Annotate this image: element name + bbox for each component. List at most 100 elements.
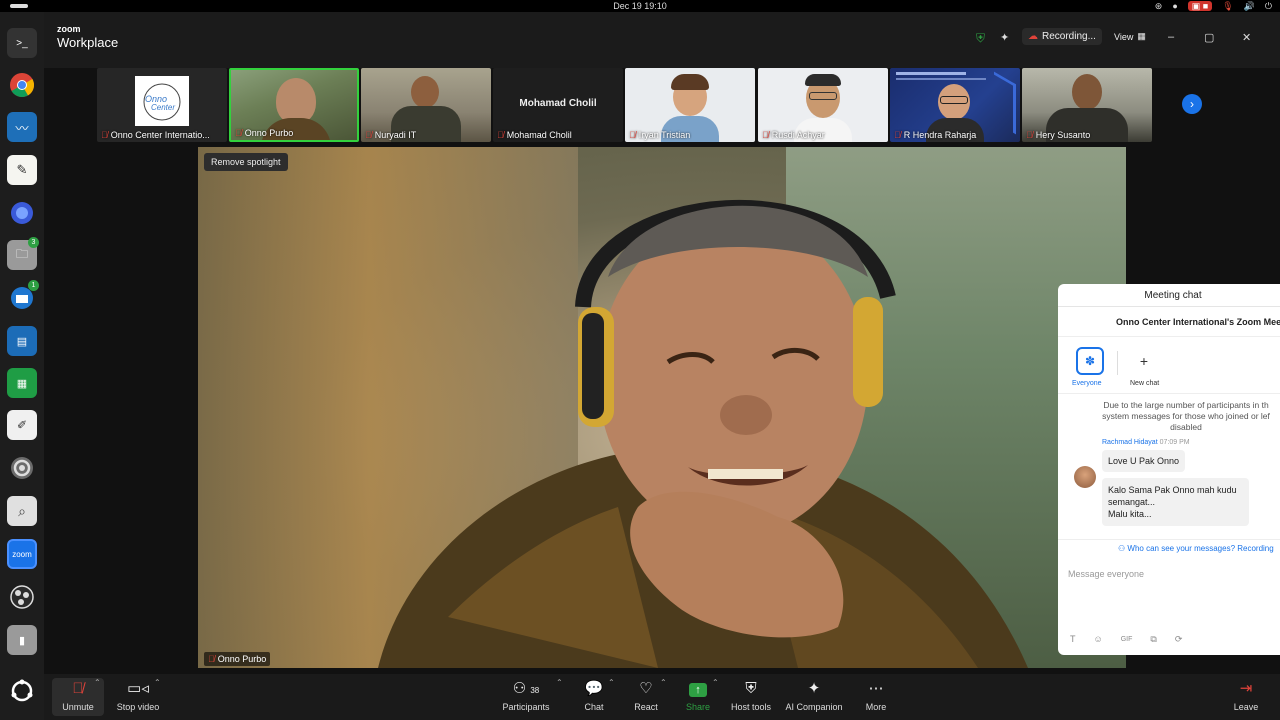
who-can-see-text: Who can see your messages? Recording (1127, 544, 1274, 553)
react-chevron-icon[interactable]: ⌃ (660, 678, 667, 687)
chat-bubble-icon: 💬 (584, 680, 604, 697)
participants-label: Participants (502, 702, 550, 712)
sender-name[interactable]: Rachmad Hidayat (1102, 439, 1158, 446)
meeting-chat-panel: Meeting chat Onno Center International's… (1058, 284, 1280, 655)
leave-button[interactable]: ⇥ Leave (1230, 680, 1262, 712)
avatar[interactable] (1074, 466, 1096, 488)
notes-icon[interactable]: ✐ (7, 410, 37, 440)
writer-icon[interactable]: ▤ (7, 326, 37, 356)
chat-label: Chat (584, 702, 604, 712)
share-label: Share (685, 702, 711, 712)
screenshot-icon[interactable]: ⧉ (1150, 634, 1156, 645)
next-page-chevron-icon[interactable]: › (1182, 94, 1202, 114)
chat-recipient-tabs: ✽ Everyone + New chat (1058, 337, 1280, 394)
text-editor-icon[interactable]: ✎ (7, 155, 37, 185)
everyone-chat-tab[interactable]: ✽ (1076, 347, 1104, 375)
participant-tile-r-hendra-raharja[interactable]: 🎙̸ R Hendra Raharja (890, 68, 1020, 142)
settings-icon[interactable] (7, 453, 37, 483)
participant-tile-hery-susanto[interactable]: 🎙̸ Hery Susanto (1022, 68, 1152, 142)
participant-name: Onno Purbo (244, 128, 294, 138)
video-options-chevron-icon[interactable]: ⌃ (154, 678, 161, 687)
recording-button[interactable]: ☁ Recording... (1022, 28, 1102, 45)
participant-name: Rusdi Achyar (771, 130, 825, 140)
volume-icon[interactable]: 🔊 (1244, 1, 1255, 11)
close-icon[interactable]: ✕ (1242, 31, 1251, 44)
share-chevron-icon[interactable]: ⌃ (712, 678, 719, 687)
audio-options-chevron-icon[interactable]: ⌃ (94, 678, 101, 687)
react-label: React (634, 702, 658, 712)
monitor-icon[interactable]: 〰 (7, 112, 37, 142)
zoom-icon[interactable]: zoom (7, 539, 37, 569)
host-tools-button[interactable]: ⛨ Host tools (728, 680, 774, 712)
slide-decoration (994, 71, 1016, 135)
system-message-line: system messages for those who joined or … (1102, 411, 1270, 421)
firefox-icon[interactable] (7, 198, 37, 228)
obs-icon[interactable] (7, 582, 37, 612)
ai-companion-button[interactable]: ✦ AI Companion (784, 680, 844, 712)
people-icon: ⚇ (1118, 544, 1126, 553)
new-chat-label: New chat (1130, 380, 1160, 387)
share-button[interactable]: ↑ Share (682, 680, 714, 712)
usb-drive-icon[interactable]: ▮ (7, 625, 37, 655)
text-format-icon[interactable]: T (1070, 634, 1076, 645)
chat-message-line: Malu kita... (1108, 509, 1152, 519)
participants-count: 38 (530, 686, 540, 695)
who-can-see-link[interactable]: ⚇ Who can see your messages? Recording (1118, 544, 1274, 553)
stop-video-label: Stop video (116, 702, 160, 712)
search-icon[interactable]: ⌕ (7, 496, 37, 526)
participant-tile-iryan-tristian[interactable]: 🎙̸ Iryan Tristian (625, 68, 755, 142)
recording-cloud-icon: ☁ (1028, 31, 1038, 42)
zoom-brand-small: zoom (57, 24, 81, 34)
zoom-window: zoom Workplace ⛨ ✦ ☁ Recording... View ▦ –… (44, 12, 1280, 720)
unmute-control[interactable]: 🎙̸ Unmute (58, 680, 98, 712)
new-chat-button[interactable]: + (1130, 347, 1158, 375)
recording-label: Recording... (1042, 31, 1096, 42)
view-label: View (1114, 31, 1134, 42)
more-chat-options-icon[interactable]: ⟳ (1175, 634, 1183, 645)
more-button[interactable]: ⋯ More (860, 680, 892, 712)
avatar-hair (805, 74, 841, 86)
participant-tile-onno-center[interactable]: Onno Center 🎙̸ Onno Center Internatio... (97, 68, 227, 142)
spotlight-video: Remove spotlight 🎙̸ Onno Purbo (198, 147, 1126, 668)
chat-message[interactable]: Kalo Sama Pak Onno mah kudu semangat... … (1102, 478, 1249, 526)
calc-icon[interactable]: ▦ (7, 368, 37, 398)
participant-tile-onno-purbo[interactable]: 🎙̸ Onno Purbo (229, 68, 359, 142)
participants-button[interactable]: ⚇ 38 Participants (500, 680, 552, 712)
participant-tile-rusdi-achyar[interactable]: 🎙̸ Rusdi Achyar (758, 68, 888, 142)
network-status-icon[interactable]: ⊛ (1155, 1, 1163, 11)
ubuntu-apps-icon[interactable] (7, 676, 37, 706)
screen-record-indicator-icon[interactable]: ▣ ■ (1187, 1, 1213, 11)
svg-text:Center: Center (151, 103, 175, 112)
view-button[interactable]: View ▦ (1114, 31, 1146, 42)
zoom-tray-icon[interactable]: ● (1172, 1, 1177, 11)
system-clock[interactable]: Dec 19 19:10 (0, 1, 1280, 11)
participant-tile-nuryadi[interactable]: 🎙̸ Nuryadi IT (361, 68, 491, 142)
power-icon[interactable]: ⏻ (1265, 1, 1272, 11)
emoji-icon[interactable]: ☺ (1094, 634, 1103, 645)
react-button[interactable]: ♡ React (630, 680, 662, 712)
chat-button[interactable]: 💬 Chat (578, 680, 610, 712)
terminal-icon[interactable]: >_ (7, 28, 37, 58)
message-sender: Rachmad Hidayat 07:09 PM (1058, 433, 1280, 446)
chat-message[interactable]: Love U Pak Onno (1102, 450, 1186, 472)
files-icon[interactable]: 🗀 3 (7, 237, 39, 270)
minimize-icon[interactable]: – (1168, 31, 1174, 43)
chat-message-input[interactable]: Message everyone (1068, 569, 1144, 579)
security-shield-icon[interactable]: ⛨ (976, 31, 985, 46)
maximize-icon[interactable]: ▢ (1204, 31, 1214, 44)
chrome-icon[interactable] (7, 70, 37, 100)
participant-name: Onno Center Internatio... (110, 130, 210, 140)
microphone-tray-icon[interactable]: 🎙 (1222, 1, 1233, 11)
plus-icon: + (1139, 353, 1149, 369)
slide-title-line (896, 72, 966, 75)
leave-label: Leave (1233, 702, 1259, 712)
participant-tile-mohamad-cholil[interactable]: Mohamad Cholil 🎙̸ Mohamad Cholil (493, 68, 623, 142)
ai-sparkle-icon[interactable]: ✦ (1000, 31, 1009, 44)
chat-chevron-icon[interactable]: ⌃ (608, 678, 615, 687)
participant-name: Iryan Tristian (638, 130, 691, 140)
gif-icon[interactable]: GIF (1121, 634, 1133, 645)
share-screen-icon: ↑ (689, 683, 707, 697)
thunderbird-icon[interactable]: 1 (7, 280, 39, 313)
remove-spotlight-button[interactable]: Remove spotlight (204, 153, 288, 171)
participants-chevron-icon[interactable]: ⌃ (556, 678, 563, 687)
